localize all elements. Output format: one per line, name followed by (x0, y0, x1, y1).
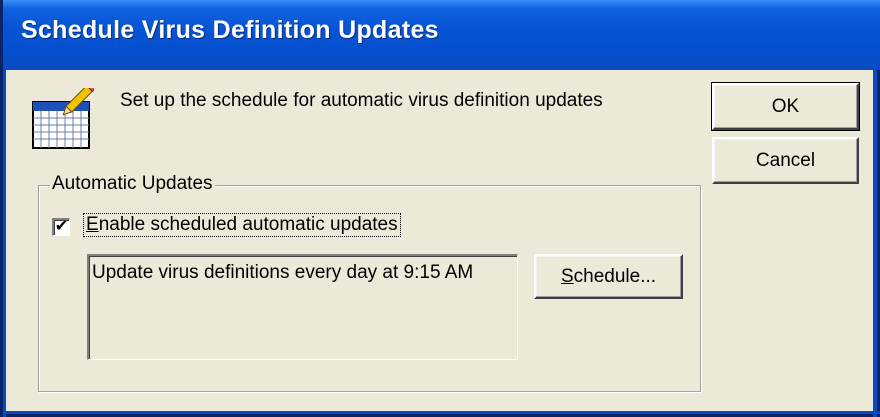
cancel-button[interactable]: Cancel (712, 137, 859, 184)
schedule-summary-text: Update virus definitions every day at 9:… (92, 262, 474, 283)
window-title: Schedule Virus Definition Updates (21, 16, 439, 44)
schedule-label-mnemonic: S (560, 266, 574, 287)
automatic-updates-group-label: Automatic Updates (50, 173, 215, 195)
enable-label-rest: nable scheduled automatic updates (98, 214, 398, 235)
window-border-right (873, 70, 877, 417)
enable-scheduled-updates-label[interactable]: Enable scheduled automatic updates (83, 213, 401, 237)
schedule-button[interactable]: Schedule... (534, 254, 683, 299)
schedule-label-rest: chedule... (573, 266, 657, 287)
checkmark-icon: ✔ (54, 218, 69, 235)
enable-scheduled-updates-checkbox[interactable]: ✔ (52, 218, 70, 236)
ok-button[interactable]: OK (711, 82, 860, 131)
window-border-bottom (3, 411, 880, 414)
window-border-left (3, 70, 6, 417)
schedule-summary-box: Update virus definitions every day at 9:… (87, 254, 518, 360)
calendar-edit-icon (32, 88, 94, 149)
description-text: Set up the schedule for automatic virus … (120, 90, 603, 111)
enable-label-mnemonic: E (86, 214, 99, 235)
title-bar[interactable]: Schedule Virus Definition Updates (3, 0, 880, 70)
